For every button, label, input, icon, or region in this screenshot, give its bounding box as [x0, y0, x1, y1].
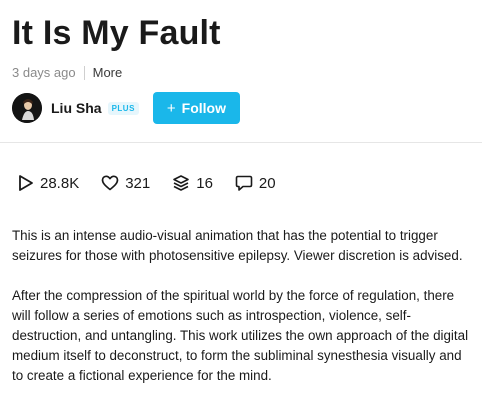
- description-body: After the compression of the spiritual w…: [12, 288, 469, 383]
- comment-icon: [235, 175, 253, 191]
- collections-stat[interactable]: 16: [172, 174, 213, 192]
- collections-count: 16: [196, 174, 213, 192]
- avatar-image: [12, 93, 42, 123]
- comments-stat[interactable]: 20: [235, 174, 276, 192]
- likes-count: 321: [125, 174, 151, 192]
- more-link[interactable]: More: [93, 65, 123, 80]
- likes-stat[interactable]: 321: [101, 175, 150, 192]
- plays-stat[interactable]: 28.8K: [18, 174, 79, 192]
- plays-count: 28.8K: [40, 174, 80, 192]
- meta-divider: [83, 65, 85, 80]
- posted-time: 3 days ago: [12, 65, 76, 80]
- video-description: This is an intense audio-visual animatio…: [12, 226, 474, 406]
- follow-button[interactable]: + Follow: [152, 92, 240, 124]
- avatar[interactable]: [12, 93, 42, 123]
- follow-label: Follow: [181, 100, 226, 116]
- stats-bar: 28.8K 321 16 20: [18, 174, 298, 192]
- author-name[interactable]: Liu Sha: [51, 100, 102, 116]
- video-title: It Is My Fault: [12, 14, 221, 52]
- plus-icon: +: [166, 99, 176, 117]
- comments-count: 20: [258, 174, 276, 192]
- plus-badge: PLUS: [107, 101, 139, 115]
- section-divider: [0, 142, 482, 143]
- play-icon: [19, 175, 33, 191]
- description-warning: This is an intense audio-visual animatio…: [12, 228, 463, 263]
- heart-icon: [101, 175, 119, 191]
- video-meta: 3 days ago More: [12, 65, 122, 80]
- author-row: Liu Sha PLUS + Follow: [12, 92, 240, 124]
- layers-icon: [173, 175, 190, 191]
